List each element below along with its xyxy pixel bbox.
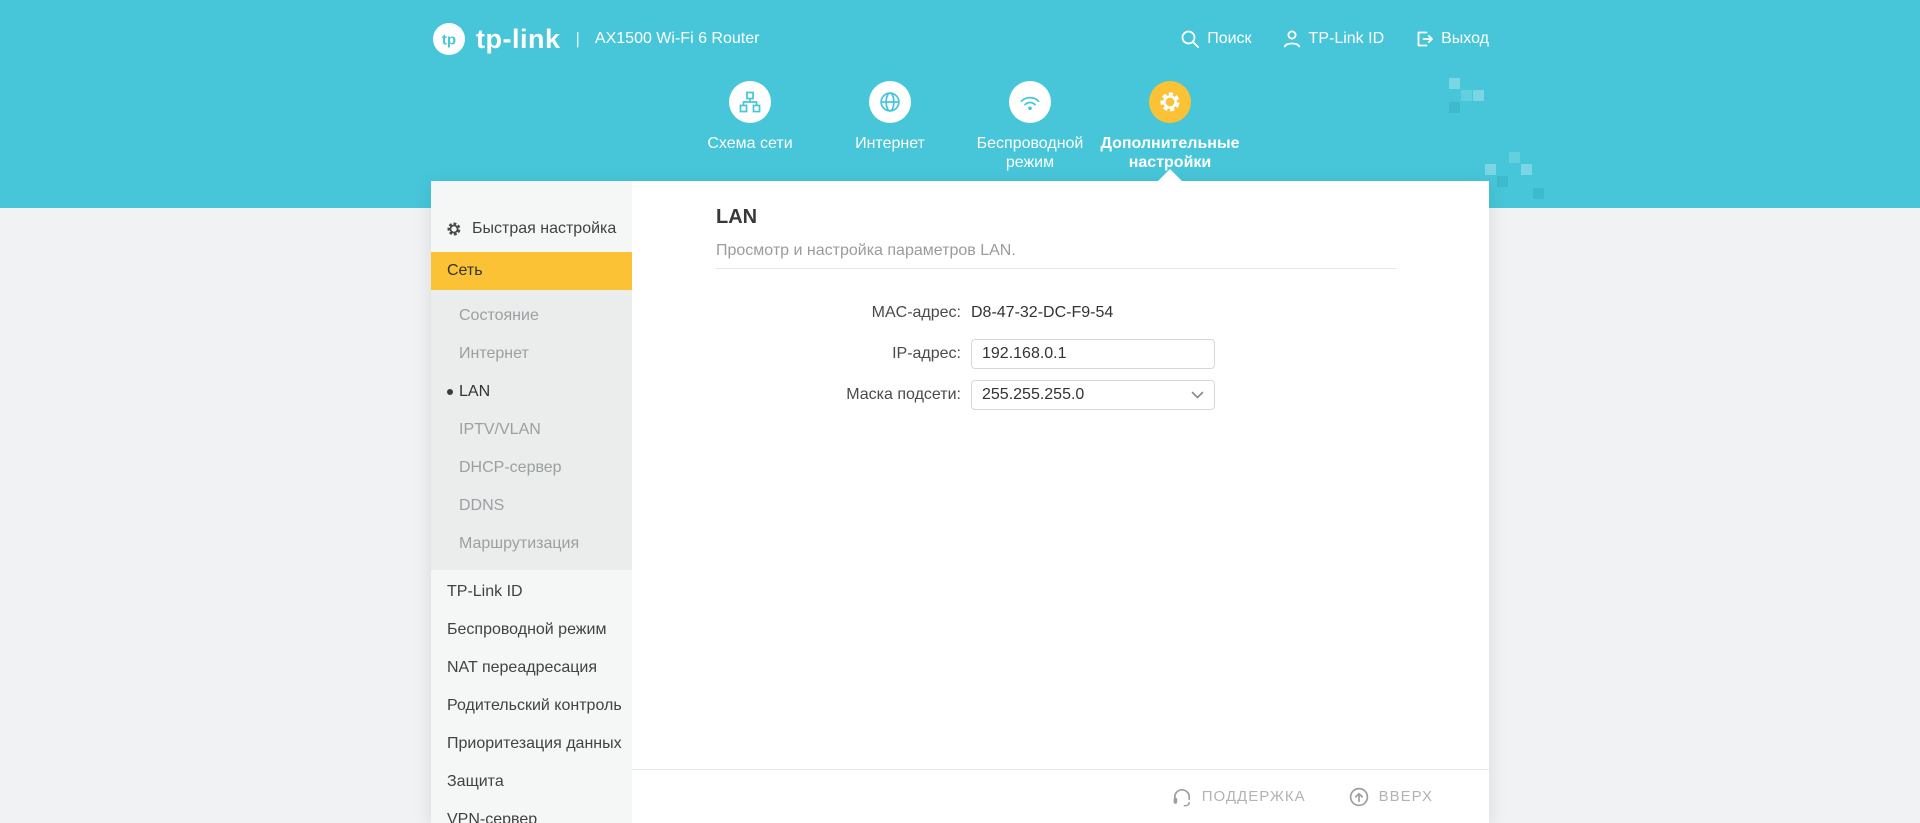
search-label: Поиск	[1207, 30, 1252, 47]
sidebar-item-wireless[interactable]: Беспроводной режим	[431, 611, 632, 649]
svg-text:tp: tp	[442, 32, 456, 49]
logout-icon	[1417, 31, 1434, 47]
brand-separator: |	[575, 29, 580, 48]
logout-label: Выход	[1441, 30, 1489, 47]
brand-wordmark: tp-link	[476, 23, 561, 54]
decor-pixel	[1521, 164, 1532, 175]
subtitle-divider: Просмотр и настройка параметров LAN.	[716, 229, 1396, 269]
tab-internet-label: Интернет	[855, 135, 925, 152]
product-name: AX1500 Wi-Fi 6 Router	[594, 30, 760, 47]
content-panel: Быстрая настройка Сеть Состояние Интерне…	[431, 181, 1489, 823]
main-content: LAN Просмотр и настройка параметров LAN.…	[632, 181, 1489, 823]
tab-network-map-circle	[729, 81, 771, 123]
sidebar-item-parental-controls[interactable]: Родительский контроль	[431, 687, 632, 725]
tab-wireless-circle	[1009, 81, 1051, 123]
sidebar-item-nat-forwarding[interactable]: NAT переадресация	[431, 649, 632, 687]
tab-wireless[interactable]: Беспроводной режим	[960, 81, 1100, 172]
app-header: tp tp-link | AX1500 Wi-Fi 6 Router Поиск	[0, 0, 1920, 208]
back-to-top-label: ВВЕРХ	[1378, 788, 1433, 805]
submenu-item-ddns[interactable]: DDNS	[431, 487, 632, 525]
decor-pixel	[1497, 176, 1508, 187]
page: { "colors": { "brand_teal": "#47C6D9", "…	[0, 0, 1920, 823]
ip-address-row: IP-адрес:	[716, 339, 1489, 369]
topbar: tp tp-link | AX1500 Wi-Fi 6 Router Поиск	[431, 0, 1489, 57]
main-nav: Схема сети Интернет Беспроводной режим Д…	[431, 81, 1489, 172]
quick-setup-icon	[447, 222, 461, 236]
gear-icon	[1160, 92, 1180, 112]
person-icon	[1283, 30, 1300, 48]
submenu-item-lan[interactable]: LAN	[431, 373, 632, 411]
headset-icon	[1173, 788, 1190, 807]
sidebar-item-security[interactable]: Защита	[431, 763, 632, 801]
mac-address-value: D8-47-32-DC-F9-54	[971, 304, 1114, 321]
tab-network-map-label: Схема сети	[707, 135, 793, 152]
chevron-down-icon	[1191, 391, 1204, 399]
back-to-top-button[interactable]: ВВЕРХ	[1348, 786, 1433, 808]
logout-button[interactable]: Выход	[1414, 29, 1489, 49]
submenu-item-routing[interactable]: Маршрутизация	[431, 525, 632, 563]
search-button[interactable]: Поиск	[1180, 29, 1252, 49]
network-map-icon	[739, 91, 761, 113]
submenu-item-lan-label: LAN	[459, 383, 491, 400]
mac-address-label: MAC-адрес:	[871, 304, 961, 321]
sidebar-lower-group: TP-Link ID Беспроводной режим NAT переад…	[431, 570, 632, 823]
submenu-item-iptv-vlan[interactable]: IPTV/VLAN	[431, 411, 632, 449]
mac-address-row: MAC-адрес: D8-47-32-DC-F9-54	[716, 298, 1489, 328]
sidebar-item-network[interactable]: Сеть	[431, 252, 632, 290]
tplink-id-label: TP-Link ID	[1308, 30, 1385, 47]
subnet-mask-label: Маска подсети:	[846, 386, 961, 403]
tab-advanced-circle	[1149, 81, 1191, 123]
sidebar-item-tplink-id[interactable]: TP-Link ID	[431, 573, 632, 611]
quick-setup-label: Быстрая настройка	[472, 220, 617, 237]
globe-icon	[880, 92, 900, 112]
subnet-mask-row: Маска подсети: 255.255.255.0	[716, 380, 1489, 410]
search-icon	[1181, 30, 1200, 49]
tplink-id-button[interactable]: TP-Link ID	[1282, 29, 1385, 49]
page-title: LAN	[716, 206, 758, 228]
active-item-bullet	[447, 389, 453, 395]
network-submenu: Состояние Интернет LAN IPTV/VLAN DHCP-се…	[431, 290, 632, 570]
tplink-logo-icon: tp	[433, 23, 465, 55]
topbar-actions: Поиск TP-Link ID Выход	[1180, 29, 1489, 49]
page-subtitle: Просмотр и настройка параметров LAN.	[716, 242, 1016, 259]
tab-internet-circle	[869, 81, 911, 123]
lan-settings-section: LAN Просмотр и настройка параметров LAN.…	[632, 181, 1489, 769]
arrow-up-circle-icon	[1349, 787, 1368, 806]
submenu-item-status[interactable]: Состояние	[431, 297, 632, 335]
sidebar: Быстрая настройка Сеть Состояние Интерне…	[431, 181, 632, 823]
subnet-mask-select[interactable]: 255.255.255.0	[971, 380, 1215, 410]
sidebar-item-vpn-server[interactable]: VPN-сервер	[431, 801, 632, 823]
tab-internet[interactable]: Интернет	[820, 81, 960, 172]
submenu-item-dhcp-server[interactable]: DHCP-сервер	[431, 449, 632, 487]
active-tab-pointer	[1158, 169, 1182, 181]
subnet-mask-value: 255.255.255.0	[982, 386, 1085, 403]
decor-pixel	[1533, 188, 1544, 199]
submenu-item-internet[interactable]: Интернет	[431, 335, 632, 373]
lan-form: MAC-адрес: D8-47-32-DC-F9-54 IP-адрес: М…	[716, 298, 1489, 410]
sidebar-item-quick-setup[interactable]: Быстрая настройка	[431, 206, 632, 252]
support-label: ПОДДЕРЖКА	[1201, 788, 1306, 805]
support-button[interactable]: ПОДДЕРЖКА	[1171, 786, 1306, 808]
tab-advanced-settings[interactable]: Дополнительные настройки	[1100, 81, 1240, 172]
network-label: Сеть	[447, 262, 483, 279]
tab-wireless-label: Беспроводной режим	[976, 135, 1084, 171]
wifi-icon	[1020, 96, 1040, 111]
brand: tp tp-link	[431, 21, 561, 57]
tab-network-map[interactable]: Схема сети	[680, 81, 820, 172]
footer: ПОДДЕРЖКА ВВЕРХ	[632, 769, 1489, 823]
ip-address-label: IP-адрес:	[892, 345, 961, 362]
ip-address-input[interactable]	[971, 339, 1215, 369]
sidebar-item-qos[interactable]: Приоритезация данных	[431, 725, 632, 763]
tab-advanced-label: Дополнительные настройки	[1100, 135, 1240, 171]
decor-pixel	[1509, 152, 1520, 163]
